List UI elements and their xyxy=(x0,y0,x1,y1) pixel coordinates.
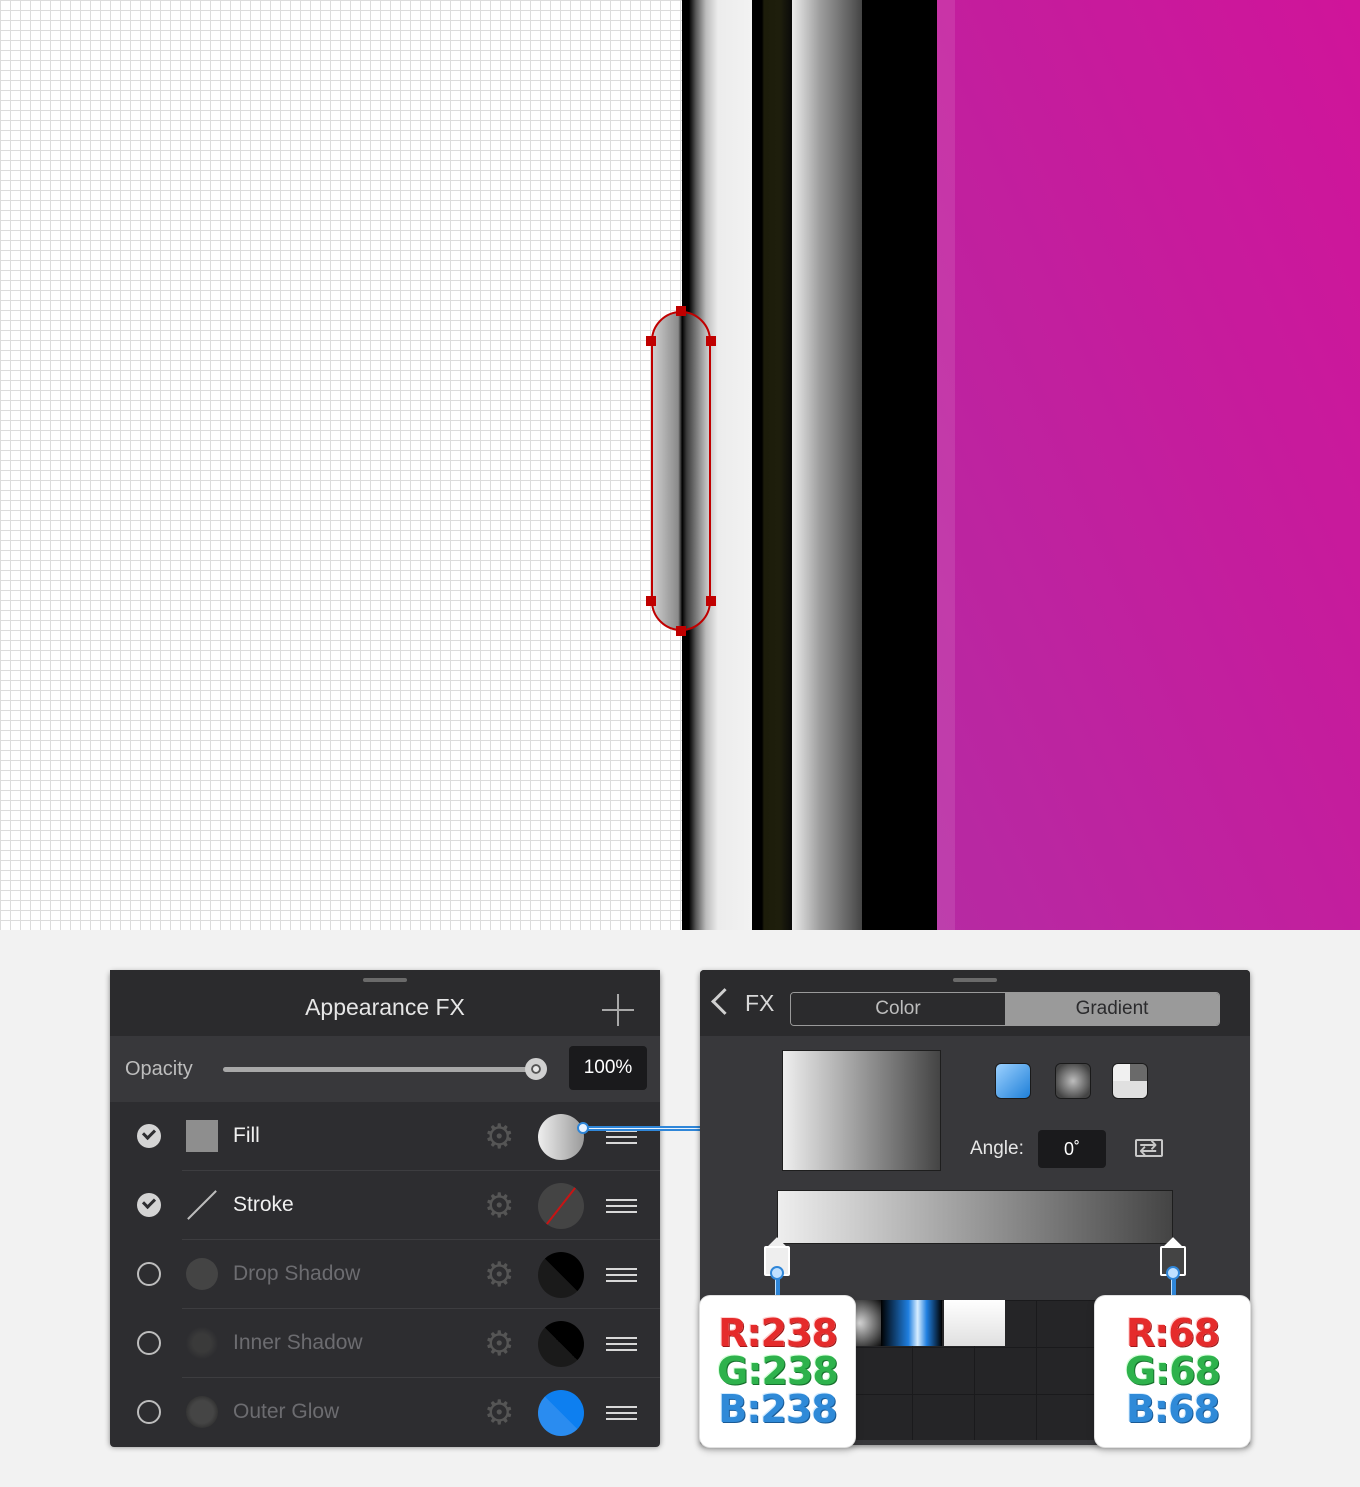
tab-color[interactable]: Color xyxy=(791,993,1005,1025)
fill-type-segmented-control: Color Gradient xyxy=(790,992,1220,1026)
selection-handle-bottom-right[interactable] xyxy=(706,596,716,606)
rgb-callout-start-stop: R:238 G:238 B:238 xyxy=(700,1296,855,1447)
gradient-ramp-bar[interactable] xyxy=(777,1190,1173,1244)
effect-row-fill[interactable]: Fill ⚙ xyxy=(110,1102,660,1171)
checkmark-icon[interactable] xyxy=(137,1193,161,1217)
rgb-red-value: R:68 xyxy=(1125,1311,1220,1355)
rgb-green-value: G:68 xyxy=(1124,1349,1221,1393)
gear-icon[interactable]: ⚙ xyxy=(484,1396,514,1430)
opacity-slider-knob[interactable] xyxy=(525,1058,547,1080)
gear-icon[interactable]: ⚙ xyxy=(484,1258,514,1292)
tab-gradient[interactable]: Gradient xyxy=(1005,993,1219,1025)
stop-callout-dot-right xyxy=(1166,1266,1180,1280)
artwork-stripe-black xyxy=(862,0,937,930)
inner-shadow-color-swatch[interactable] xyxy=(538,1321,584,1367)
unchecked-circle-icon[interactable] xyxy=(137,1400,161,1424)
pixel-grid xyxy=(0,0,682,930)
effect-row-drop-shadow[interactable]: Drop Shadow ⚙ xyxy=(110,1240,660,1309)
effect-row-inner-shadow[interactable]: Inner Shadow ⚙ xyxy=(110,1309,660,1378)
artboard-canvas[interactable] xyxy=(0,0,1360,930)
panel-title: Appearance FX xyxy=(305,994,465,1020)
fill-square-icon xyxy=(186,1120,218,1152)
outer-glow-color-swatch[interactable] xyxy=(538,1390,584,1436)
stroke-none-swatch[interactable] xyxy=(538,1183,584,1229)
unchecked-circle-icon[interactable] xyxy=(137,1331,161,1355)
radial-gradient-icon[interactable] xyxy=(1056,1064,1090,1098)
effect-label: Stroke xyxy=(233,1193,294,1216)
none-slash-icon xyxy=(543,1184,579,1228)
appearance-fx-panel: Appearance FX Opacity 100% Fill ⚙ Stroke… xyxy=(110,970,660,1447)
angle-input[interactable]: 0˚ xyxy=(1038,1130,1106,1168)
selection-handle-top[interactable] xyxy=(676,306,686,316)
gear-icon[interactable]: ⚙ xyxy=(484,1327,514,1361)
rgb-blue-value: B:68 xyxy=(1125,1387,1220,1431)
rgb-green-value: G:238 xyxy=(717,1349,839,1393)
gear-icon[interactable]: ⚙ xyxy=(484,1120,514,1154)
gradient-preview xyxy=(782,1050,941,1171)
selection-handle-bottom[interactable] xyxy=(676,626,686,636)
opacity-value-field[interactable]: 100% xyxy=(569,1046,647,1090)
chevron-left-icon[interactable] xyxy=(711,988,738,1015)
callout-connector-dot xyxy=(577,1122,589,1134)
drag-handle-icon[interactable] xyxy=(606,1406,637,1420)
callout-connector-line xyxy=(583,1126,700,1131)
inner-shadow-icon xyxy=(186,1327,218,1359)
drag-handle-icon[interactable] xyxy=(606,1268,637,1282)
effect-row-outer-glow[interactable]: Outer Glow ⚙ xyxy=(110,1378,660,1447)
selection-handle-bottom-left[interactable] xyxy=(646,596,656,606)
rgb-callout-end-stop: R:68 G:68 B:68 xyxy=(1095,1296,1250,1447)
unchecked-circle-icon[interactable] xyxy=(137,1262,161,1286)
effect-row-stroke[interactable]: Stroke ⚙ xyxy=(110,1171,660,1240)
opacity-label: Opacity xyxy=(125,1058,193,1080)
conical-gradient-icon[interactable] xyxy=(1113,1064,1147,1098)
effect-label: Inner Shadow xyxy=(233,1331,363,1354)
panel-grabber[interactable] xyxy=(953,978,997,982)
rgb-red-value: R:238 xyxy=(718,1311,838,1355)
gear-icon[interactable]: ⚙ xyxy=(484,1189,514,1223)
linear-gradient-icon[interactable] xyxy=(996,1064,1030,1098)
artwork-magenta-area xyxy=(937,0,1360,930)
panel-grabber[interactable] xyxy=(363,978,407,982)
swap-icon[interactable] xyxy=(1133,1133,1167,1163)
stroke-line-icon xyxy=(186,1189,218,1221)
plus-icon[interactable] xyxy=(602,994,634,1026)
artwork-stripe-gray xyxy=(792,0,862,930)
preset-white[interactable] xyxy=(944,1300,1005,1346)
drag-handle-icon[interactable] xyxy=(606,1199,637,1213)
selected-rounded-rectangle[interactable] xyxy=(651,311,711,631)
stop-callout-dot-left xyxy=(770,1266,784,1280)
rgb-blue-value: B:238 xyxy=(718,1387,837,1431)
preset-blue-metal[interactable] xyxy=(881,1300,942,1346)
panel-header: Appearance FX xyxy=(110,970,660,1036)
back-label[interactable]: FX xyxy=(745,990,774,1017)
drop-shadow-color-swatch[interactable] xyxy=(538,1252,584,1298)
drag-handle-icon[interactable] xyxy=(606,1130,637,1144)
effect-label: Fill xyxy=(233,1124,260,1147)
effect-label: Drop Shadow xyxy=(233,1262,361,1285)
angle-label: Angle: xyxy=(970,1138,1024,1159)
gradient-panel-header: FX Color Gradient xyxy=(700,970,1250,1036)
opacity-slider-track[interactable] xyxy=(223,1067,538,1072)
drop-shadow-icon xyxy=(186,1258,218,1290)
checkmark-icon[interactable] xyxy=(137,1124,161,1148)
opacity-row: Opacity 100% xyxy=(110,1036,660,1102)
effect-label: Outer Glow xyxy=(233,1400,340,1423)
outer-glow-icon xyxy=(186,1396,218,1428)
artwork-stripe-dark xyxy=(752,0,792,930)
fill-gradient-swatch[interactable] xyxy=(538,1114,584,1160)
selection-handle-top-left[interactable] xyxy=(646,336,656,346)
selection-handle-top-right[interactable] xyxy=(706,336,716,346)
drag-handle-icon[interactable] xyxy=(606,1337,637,1351)
